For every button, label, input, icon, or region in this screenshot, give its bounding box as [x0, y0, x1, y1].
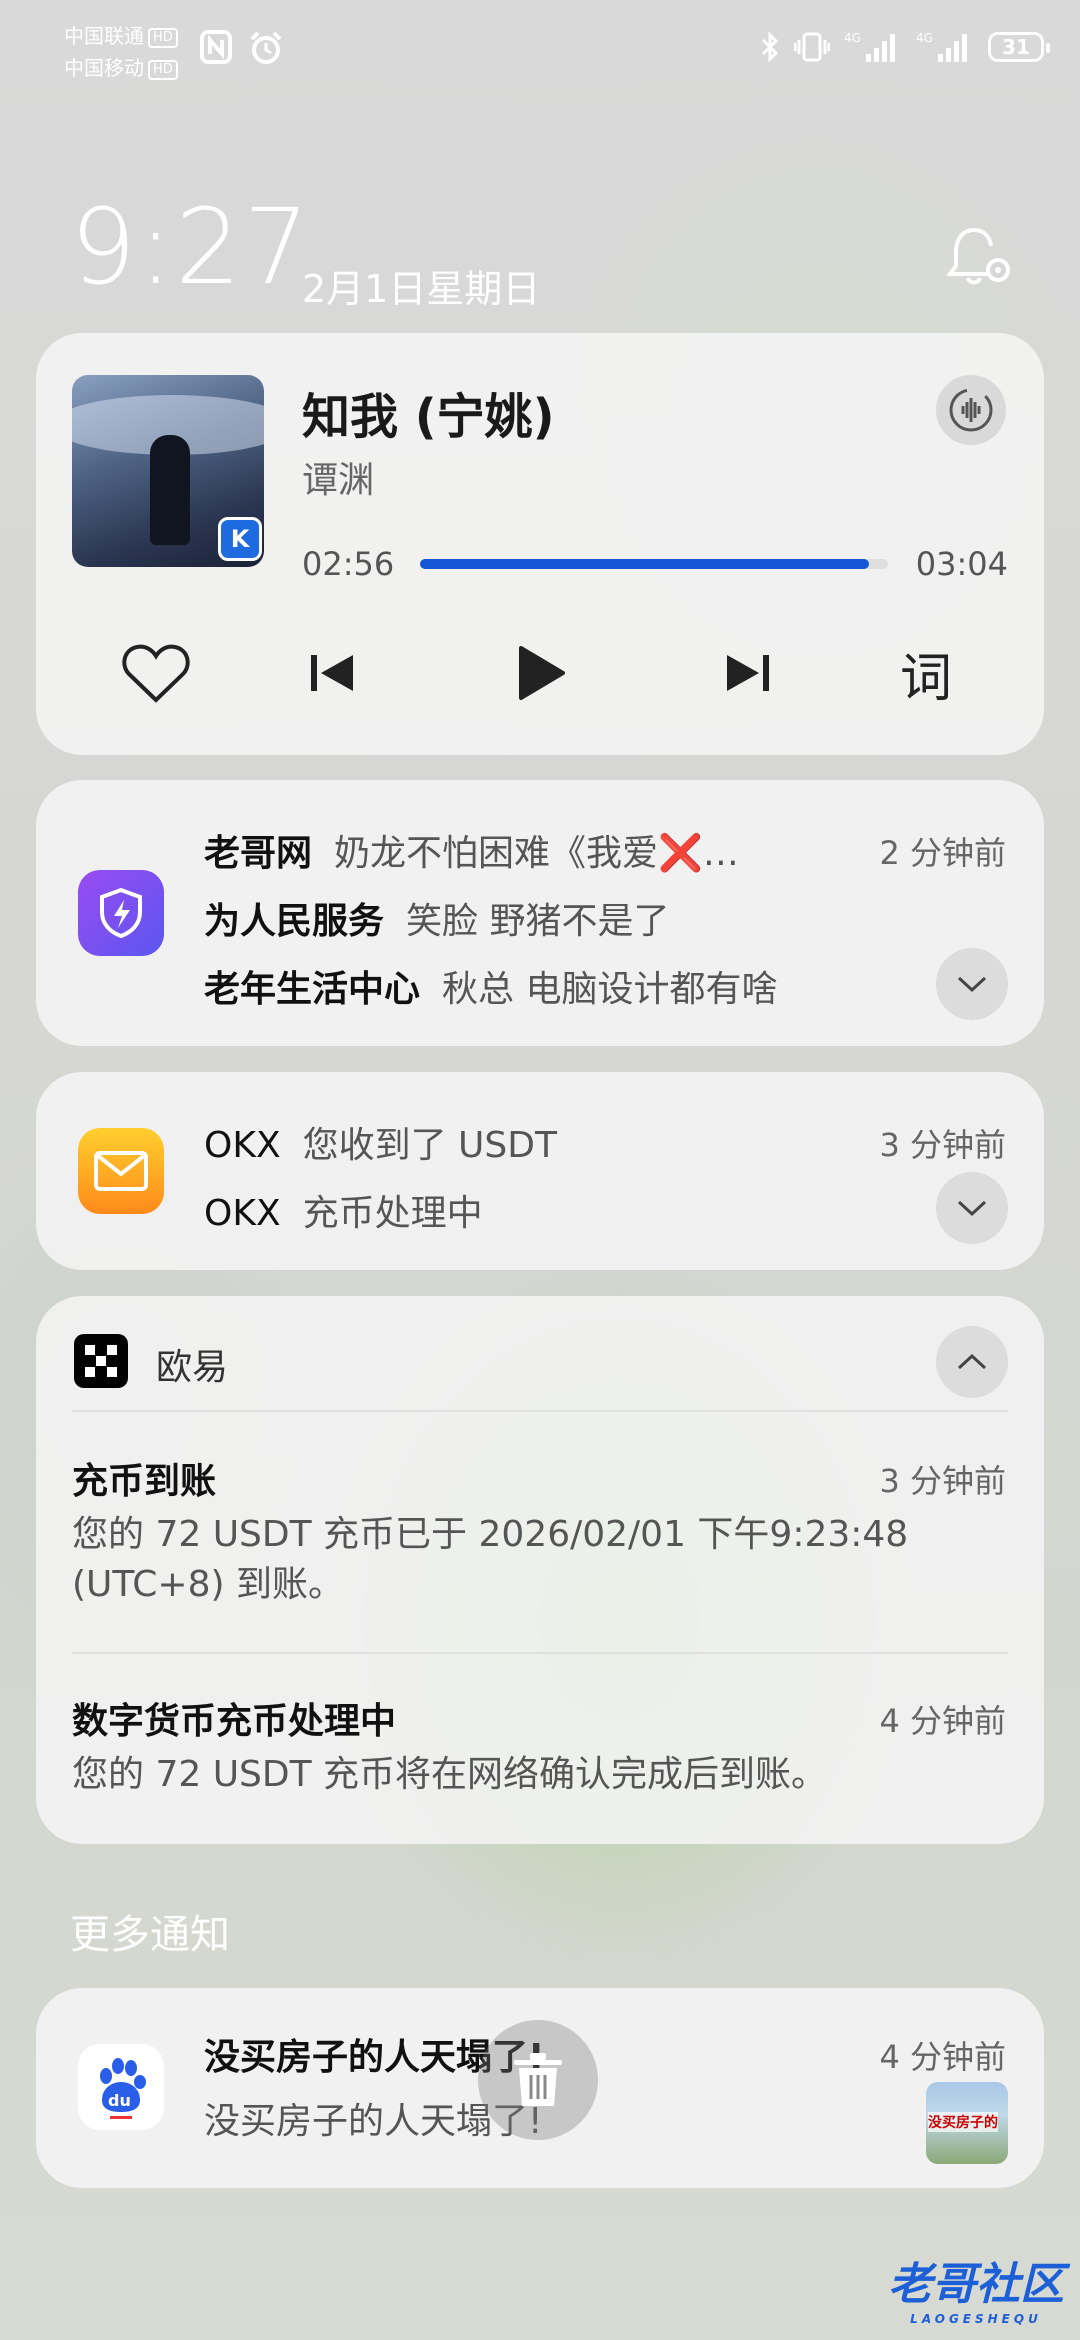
signal-4g-icon: 4G [844, 31, 895, 62]
status-icons-left [200, 30, 284, 66]
expand-button[interactable] [936, 1172, 1008, 1244]
previous-button[interactable] [292, 633, 372, 713]
envelope-icon [94, 1151, 148, 1191]
lockscreen-date: 2月1日星期日 [302, 267, 541, 311]
heart-icon [122, 644, 190, 703]
notification-message: 奶龙不怕困难《我爱❌… [334, 833, 739, 874]
chevron-down-icon [957, 1200, 987, 1217]
bluetooth-icon [761, 31, 779, 63]
notification-title[interactable]: 充币到账 [72, 1452, 216, 1504]
lyrics-button[interactable]: 词 [886, 633, 966, 713]
notification-time: 3 分钟前 [879, 1462, 1006, 1500]
lockscreen-clock: 9:27 [70, 186, 312, 308]
notification-thumbnail: 没买房子的 [926, 2082, 1008, 2164]
notification-source: OKX [204, 1193, 281, 1234]
notification-time: 2 分钟前 [879, 834, 1006, 872]
notification-group-chat[interactable]: 老哥网 奶龙不怕困难《我爱❌… 2 分钟前 为人民服务 笑脸 野猪不是了 老年生活中… [36, 780, 1044, 1046]
carrier-1: 中国联通 [64, 24, 144, 48]
total-time: 03:04 [915, 545, 1008, 583]
song-title: 知我 (宁姚) [302, 389, 555, 445]
battery-indicator: 31 [988, 32, 1050, 62]
notification-row: 为人民服务 笑脸 野猪不是了 [204, 892, 669, 944]
chevron-down-icon [957, 976, 987, 993]
okx-logo-icon [85, 1345, 117, 1377]
notification-row: OKX 充币处理中 [204, 1184, 483, 1236]
watermark: 老哥社区 LAOGESHEQU [888, 2248, 1064, 2326]
status-right: 4G 4G 31 [760, 30, 1050, 64]
svg-text:4G: 4G [916, 31, 933, 45]
notification-time: 4 分钟前 [879, 1702, 1006, 1740]
battery-level: 31 [1002, 35, 1030, 59]
notification-group-okx[interactable]: 欧易 充币到账 3 分钟前 您的 72 USDT 充币已于 2026/02/01… [36, 1296, 1044, 1844]
album-art-figure [150, 435, 190, 545]
divider [72, 1652, 1008, 1654]
hd-badge: HD [148, 27, 178, 48]
current-time: 02:56 [302, 545, 395, 583]
notification-time: 4 分钟前 [879, 2038, 1006, 2076]
notification-source: 老哥网 [204, 833, 313, 874]
more-notifications-label: 更多通知 [70, 1912, 230, 1958]
play-button[interactable] [500, 633, 580, 713]
shield-app-icon [78, 870, 164, 956]
notification-source: OKX [204, 1125, 281, 1166]
status-carriers: 中国联通 HD 中国移动 HD [64, 20, 178, 84]
bell-settings-icon [946, 228, 1010, 285]
audio-output-button[interactable] [936, 375, 1006, 445]
signal-4g-icon-2: 4G [916, 31, 967, 62]
notification-body: 您的 72 USDT 充币将在网络确认完成后到账。 [72, 1754, 828, 1795]
sound-wave-icon [949, 388, 993, 432]
kugou-app-icon: K [218, 517, 262, 561]
okx-app-icon [74, 1334, 128, 1388]
chevron-up-icon [957, 1353, 987, 1370]
playback-progress[interactable] [420, 559, 888, 569]
divider [72, 1410, 1008, 1412]
watermark-text: 老哥社区 [888, 2259, 1064, 2310]
play-icon [519, 646, 565, 700]
next-button[interactable] [708, 633, 788, 713]
notification-message: 笑脸 野猪不是了 [406, 901, 670, 942]
progress-fill [420, 559, 870, 569]
vibrate-icon [794, 32, 830, 62]
notification-source: 老年生活中心 [204, 969, 421, 1010]
notification-time: 3 分钟前 [879, 1126, 1006, 1164]
svg-text:du: du [108, 2091, 131, 2110]
media-player-card[interactable]: K 知我 (宁姚) 谭渊 02:56 03:04 词 [36, 333, 1044, 755]
notification-group-email[interactable]: OKX 您收到了 USDT 3 分钟前 OKX 充币处理中 [36, 1072, 1044, 1270]
notification-title[interactable]: 数字货币充币处理中 [72, 1692, 396, 1744]
song-artist: 谭渊 [302, 460, 375, 501]
baidu-app-icon: du [78, 2044, 164, 2130]
skip-next-icon [727, 655, 769, 691]
skip-previous-icon [311, 655, 353, 691]
notification-body: 您的 72 USDT 充币已于 2026/02/01 下午9:23:48 (UT… [72, 1514, 909, 1605]
notification-settings-button[interactable] [944, 222, 1014, 296]
like-button[interactable] [116, 633, 196, 713]
trash-icon [514, 2053, 562, 2106]
notification-message: 秋总 电脑设计都有啥 [442, 969, 778, 1010]
notification-message: 充币处理中 [302, 1193, 483, 1234]
alarm-icon [250, 31, 282, 64]
baidu-paw-icon: du [100, 2058, 146, 2119]
watermark-sub: LAOGESHEQU [910, 2312, 1042, 2326]
delete-button[interactable] [478, 2020, 598, 2140]
notification-message: 您收到了 USDT [302, 1125, 557, 1166]
notification-row: OKX 您收到了 USDT [204, 1116, 557, 1168]
hd-badge-2: HD [148, 59, 178, 80]
carrier-2: 中国移动 [64, 56, 144, 80]
nfc-icon [200, 30, 232, 64]
notification-row: 老年生活中心 秋总 电脑设计都有啥 [204, 960, 777, 1012]
collapse-button[interactable] [936, 1326, 1008, 1398]
shield-icon [100, 887, 142, 939]
notification-row: 老哥网 奶龙不怕困难《我爱❌… [204, 824, 739, 876]
svg-text:4G: 4G [844, 31, 861, 45]
expand-button[interactable] [936, 948, 1008, 1020]
okx-app-name: 欧易 [156, 1347, 229, 1388]
email-app-icon [78, 1128, 164, 1214]
notification-source: 为人民服务 [204, 901, 385, 942]
thumbnail-text: 没买房子的 [928, 2112, 998, 2132]
